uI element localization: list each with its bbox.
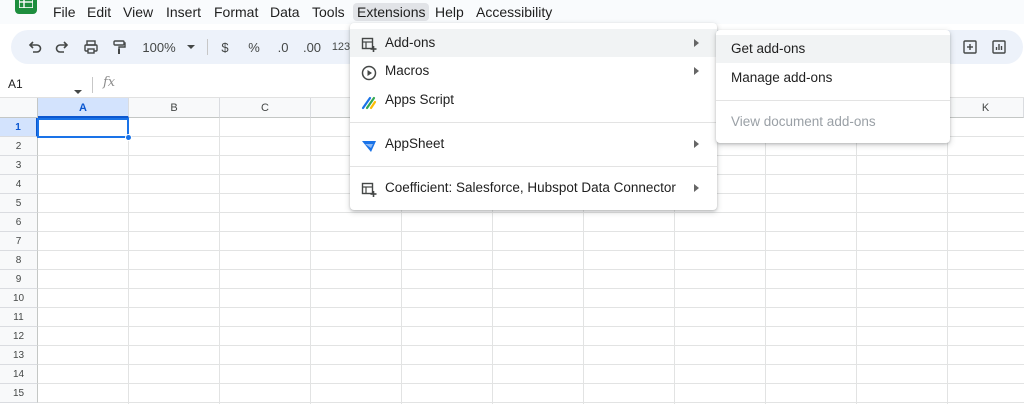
submenu-item-label: Get add-ons: [731, 41, 806, 56]
add-ons-icon: [361, 35, 377, 52]
macros-icon: [361, 63, 377, 81]
add-ons-submenu: Get add-ons Manage add-ons View document…: [716, 30, 950, 143]
row-header[interactable]: 8: [0, 251, 38, 270]
submenu-arrow-icon: [694, 39, 699, 47]
select-all-corner[interactable]: [0, 98, 38, 118]
column-header-c[interactable]: C: [220, 98, 311, 118]
insert-comment-icon[interactable]: [960, 37, 980, 57]
menu-divider: [350, 122, 717, 123]
selected-cell-a1[interactable]: [37, 118, 129, 138]
extensions-dropdown: Add-ons Macros Apps Script AppSheet Coef…: [350, 23, 717, 210]
row-header[interactable]: 4: [0, 175, 38, 194]
submenu-item-get-add-ons[interactable]: Get add-ons: [716, 35, 950, 63]
submenu-arrow-icon: [694, 184, 699, 192]
menu-item-add-ons[interactable]: Add-ons: [350, 29, 717, 57]
menu-item-macros[interactable]: Macros: [350, 57, 717, 85]
menu-insert[interactable]: Insert: [162, 3, 205, 21]
menu-divider: [350, 166, 717, 167]
menu-item-label: Apps Script: [385, 92, 455, 107]
print-icon[interactable]: [81, 37, 101, 57]
menu-accessibility[interactable]: Accessibility: [472, 3, 556, 21]
submenu-arrow-icon: [694, 67, 699, 75]
menu-edit[interactable]: Edit: [83, 3, 115, 21]
row-header[interactable]: 3: [0, 156, 38, 175]
menu-bar: File Edit View Insert Format Data Tools …: [0, 0, 1024, 24]
currency-button[interactable]: $: [216, 37, 234, 57]
row-header[interactable]: 9: [0, 270, 38, 289]
row-header[interactable]: 2: [0, 137, 38, 156]
menu-item-coefficient[interactable]: Coefficient: Salesforce, Hubspot Data Co…: [350, 174, 717, 202]
coefficient-icon: [361, 180, 377, 197]
menu-item-label: Macros: [385, 63, 430, 78]
column-header-k[interactable]: K: [948, 98, 1024, 118]
menu-help[interactable]: Help: [431, 3, 468, 21]
menu-extensions[interactable]: Extensions: [353, 3, 430, 21]
menu-item-label: Coefficient: Salesforce, Hubspot Data Co…: [385, 180, 676, 195]
menu-item-apps-script[interactable]: Apps Script: [350, 86, 717, 114]
column-header-b[interactable]: B: [129, 98, 220, 118]
insert-chart-icon[interactable]: [989, 37, 1009, 57]
submenu-arrow-icon: [694, 140, 699, 148]
submenu-item-manage-add-ons[interactable]: Manage add-ons: [716, 64, 950, 92]
submenu-item-label: Manage add-ons: [731, 70, 833, 85]
zoom-value: 100%: [142, 39, 176, 55]
paint-format-icon[interactable]: [109, 37, 129, 57]
fx-icon: fx: [103, 75, 116, 90]
name-box[interactable]: A1: [8, 77, 23, 91]
row-header[interactable]: 13: [0, 346, 38, 365]
toolbar-divider: [207, 39, 208, 55]
menu-format[interactable]: Format: [210, 3, 262, 21]
row-header[interactable]: 5: [0, 194, 38, 213]
menu-view[interactable]: View: [119, 3, 157, 21]
decrease-decimal-button[interactable]: .0: [272, 37, 294, 57]
row-header[interactable]: 15: [0, 384, 38, 403]
menu-tools[interactable]: Tools: [308, 3, 349, 21]
menu-item-label: Add-ons: [385, 35, 436, 50]
increase-decimal-button[interactable]: .00: [300, 37, 324, 57]
column-header-a[interactable]: A: [38, 98, 129, 118]
percent-button[interactable]: %: [244, 37, 264, 57]
formula-bar-divider: [92, 77, 93, 93]
menu-item-label: AppSheet: [385, 136, 445, 151]
fill-handle[interactable]: [125, 134, 132, 141]
menu-item-appsheet[interactable]: AppSheet: [350, 130, 717, 158]
undo-icon[interactable]: [25, 37, 45, 57]
zoom-select[interactable]: 100%: [139, 37, 179, 57]
apps-script-icon: [361, 92, 377, 110]
chevron-down-icon[interactable]: [185, 37, 197, 57]
submenu-item-label: View document add-ons: [731, 114, 876, 129]
sheets-logo-icon[interactable]: [15, 0, 37, 14]
appsheet-icon: [361, 136, 377, 152]
submenu-item-view-document-add-ons: View document add-ons: [716, 108, 950, 136]
submenu-divider: [716, 100, 950, 101]
row-header[interactable]: 7: [0, 232, 38, 251]
menu-data[interactable]: Data: [266, 3, 304, 21]
row-header[interactable]: 6: [0, 213, 38, 232]
menu-file[interactable]: File: [49, 3, 80, 21]
row-header[interactable]: 12: [0, 327, 38, 346]
more-formats-button[interactable]: 123: [330, 37, 352, 57]
row-header[interactable]: 10: [0, 289, 38, 308]
row-header[interactable]: 1: [0, 118, 38, 137]
row-header[interactable]: 11: [0, 308, 38, 327]
row-header[interactable]: 14: [0, 365, 38, 384]
redo-icon[interactable]: [52, 37, 72, 57]
